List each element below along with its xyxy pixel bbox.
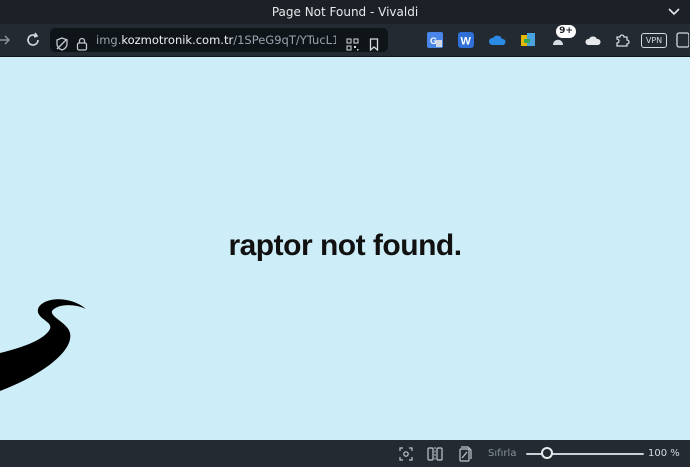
window-title: Page Not Found - Vivaldi	[271, 5, 419, 19]
puzzle-extensions-icon[interactable]	[612, 24, 632, 56]
zoom-level: 100 %	[648, 448, 680, 459]
page-headline: raptor not found.	[228, 229, 462, 262]
window-titlebar: Page Not Found - Vivaldi	[0, 0, 690, 24]
lock-icon[interactable]	[74, 28, 90, 60]
address-bar[interactable]: img.kozmotronik.com.tr/1SPeG9qT/YTucL1..…	[50, 28, 388, 52]
svg-text:W: W	[461, 36, 472, 48]
zoom-reset-button[interactable]: Sıfırla	[488, 440, 516, 467]
raptor-tail-illustration	[0, 299, 86, 391]
cloud-sync-icon[interactable]	[584, 24, 602, 56]
tracker-blocker-icon[interactable]	[54, 28, 70, 60]
bookmark-icon[interactable]	[366, 28, 382, 60]
status-bar: Sıfırla 100 %	[0, 440, 690, 467]
screenshot-icon[interactable]	[398, 440, 414, 467]
reload-icon[interactable]	[22, 24, 44, 56]
tile-view-icon[interactable]	[426, 440, 444, 467]
page-actions-icon[interactable]	[456, 440, 476, 467]
page-content: raptor not found.	[0, 57, 690, 440]
panel-toggle-icon[interactable]	[674, 24, 690, 56]
zoom-slider-handle[interactable]	[541, 447, 553, 459]
url-text[interactable]: img.kozmotronik.com.tr/1SPeG9qT/YTucL1..…	[96, 28, 336, 52]
vpn-button[interactable]: VPN	[641, 33, 667, 48]
qr-code-icon[interactable]	[344, 28, 360, 60]
onedrive-cloud-icon[interactable]	[488, 24, 506, 56]
forward-arrow-icon[interactable]	[0, 24, 12, 56]
notification-badge: 9+	[556, 25, 576, 38]
word-extension-icon[interactable]: W	[457, 24, 475, 56]
svg-text:G: G	[430, 36, 437, 46]
chevron-down-icon[interactable]	[668, 0, 680, 24]
browser-toolbar: img.kozmotronik.com.tr/1SPeG9qT/YTucL1..…	[0, 24, 690, 57]
url-path: /1SPeG9qT/YTucL1...	[233, 33, 336, 47]
maps-extension-icon[interactable]	[519, 24, 537, 56]
url-domain: kozmotronik.com.tr	[121, 33, 234, 47]
url-prefix: img.	[96, 33, 122, 47]
translate-extension-icon[interactable]: G	[426, 24, 444, 56]
